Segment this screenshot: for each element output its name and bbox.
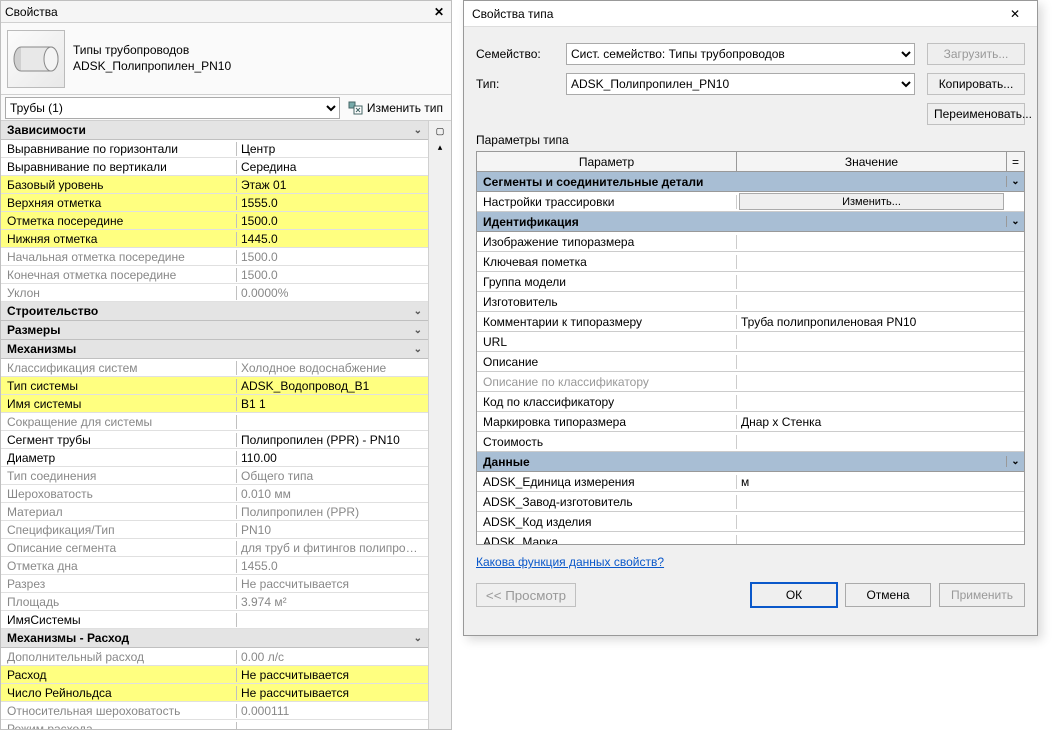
family-select[interactable]: Сист. семейство: Типы трубопроводов [566, 43, 915, 65]
prop-sys-type: Тип системы [1, 379, 237, 393]
prop-sys-class: Классификация систем [1, 361, 237, 375]
properties-panel: Свойства ✕ Типы трубопроводов ADSK_Полип… [0, 0, 452, 730]
ok-button[interactable]: ОК [751, 583, 837, 607]
param-adsk-plant: ADSK_Завод-изготовитель [477, 495, 737, 509]
param-description: Описание [477, 355, 737, 369]
collapse-icon[interactable]: ⌄ [414, 325, 422, 336]
cancel-button[interactable]: Отмена [845, 583, 931, 607]
group-dimensions[interactable]: Размеры ⌄ [1, 321, 428, 340]
collapse-icon[interactable]: ⌄ [1006, 216, 1024, 227]
prop-connection: Тип соединения [1, 469, 237, 483]
properties-table[interactable]: Зависимости ⌄ Выравнивание по горизонтал… [1, 121, 429, 729]
prop-area: Площадь [1, 595, 237, 609]
family-label: Семейство: [476, 47, 566, 61]
prop-valign: Выравнивание по вертикали [1, 160, 237, 174]
prop-top-elev: Верхняя отметка [1, 196, 237, 210]
properties-header: Свойства ✕ [1, 1, 451, 23]
param-keynote: Ключевая пометка [477, 255, 737, 269]
prop-halign: Выравнивание по горизонтали [1, 142, 237, 156]
prop-pipe-segment: Сегмент трубы [1, 433, 237, 447]
prop-diameter: Диаметр [1, 451, 237, 465]
properties-title: Свойства [5, 5, 431, 19]
apply-button: Применить [939, 583, 1025, 607]
collapse-icon[interactable]: ⌄ [414, 633, 422, 644]
param-url: URL [477, 335, 737, 349]
scroll-up-icon[interactable]: ▢ [432, 123, 448, 139]
prop-mid-elev: Отметка посередине [1, 214, 237, 228]
param-type-image: Изображение типоразмера [477, 235, 737, 249]
param-adsk-code: ADSK_Код изделия [477, 515, 737, 529]
group-dependencies[interactable]: Зависимости ⌄ [1, 121, 428, 140]
prop-invert-elev: Отметка дна [1, 559, 237, 573]
col-parameter: Параметр [477, 152, 737, 171]
prop-additional-flow: Дополнительный расход [1, 650, 237, 664]
prop-section: Разрез [1, 577, 237, 591]
prop-flow: Расход [1, 668, 237, 682]
group-mechanical[interactable]: Механизмы ⌄ [1, 340, 428, 359]
collapse-icon[interactable]: ⌄ [414, 344, 422, 355]
prop-sys-abbr: Сокращение для системы [1, 415, 237, 429]
edit-type-button[interactable]: Изменить тип [344, 97, 447, 119]
prop-flow-mode: Режим расхода [1, 722, 237, 730]
type-parameters-table: Параметр Значение = Сегменты и соедините… [476, 151, 1025, 545]
close-icon[interactable]: ✕ [1001, 4, 1029, 24]
group-mechanical-flow[interactable]: Механизмы - Расход ⌄ [1, 629, 428, 648]
properties-scrollbar[interactable]: ▢ ▴ [429, 121, 451, 729]
prop-roughness: Шероховатость [1, 487, 237, 501]
collapse-icon[interactable]: ⌄ [1006, 456, 1024, 467]
param-class-code: Код по классификатору [477, 395, 737, 409]
param-manufacturer: Изготовитель [477, 295, 737, 309]
load-button: Загрузить... [927, 43, 1025, 65]
prop-slope: Уклон [1, 286, 237, 300]
type-family-line2: ADSK_Полипропилен_PN10 [73, 59, 231, 75]
param-adsk-unit: ADSK_Единица измерения [477, 475, 737, 489]
preview-button: << Просмотр [476, 583, 576, 607]
group-data[interactable]: Данные ⌄ [477, 452, 1024, 472]
type-label: Тип: [476, 77, 566, 91]
param-routing: Настройки трассировки [477, 195, 737, 209]
param-adsk-mark: ADSK_Марка [477, 535, 737, 545]
col-equals: = [1006, 152, 1024, 171]
prop-system-name-param: ИмяСистемы [1, 613, 237, 627]
close-icon[interactable]: ✕ [431, 4, 447, 20]
prop-spec-type: Спецификация/Тип [1, 523, 237, 537]
param-type-mark: Маркировка типоразмера [477, 415, 737, 429]
prop-sys-name: Имя системы [1, 397, 237, 411]
col-value: Значение [737, 152, 1006, 171]
prop-start-mid: Начальная отметка посередине [1, 250, 237, 264]
type-select[interactable]: ADSK_Полипропилен_PN10 [566, 73, 915, 95]
help-link[interactable]: Какова функция данных свойств? [476, 555, 664, 569]
dialog-titlebar[interactable]: Свойства типа ✕ [464, 1, 1037, 27]
prop-relative-roughness: Относительная шероховатость [1, 704, 237, 718]
group-construction[interactable]: Строительство ⌄ [1, 302, 428, 321]
element-filter-select[interactable]: Трубы (1) [5, 97, 340, 119]
prop-end-mid: Конечная отметка посередине [1, 268, 237, 282]
param-type-comments: Комментарии к типоразмеру [477, 315, 737, 329]
collapse-icon[interactable]: ⌄ [1006, 176, 1024, 187]
type-parameters-heading: Параметры типа [476, 133, 1025, 147]
prop-reynolds: Число Рейнольдса [1, 686, 237, 700]
type-thumbnail [7, 30, 65, 88]
type-preview-row[interactable]: Типы трубопроводов ADSK_Полипропилен_PN1… [1, 23, 451, 95]
collapse-icon[interactable]: ⌄ [414, 306, 422, 317]
copy-button[interactable]: Копировать... [927, 73, 1025, 95]
routing-edit-button[interactable]: Изменить... [739, 193, 1004, 210]
param-class-desc: Описание по классификатору [477, 375, 737, 389]
prop-bot-elev: Нижняя отметка [1, 232, 237, 246]
type-properties-dialog: Свойства типа ✕ Семейство: Сист. семейст… [463, 0, 1038, 636]
param-cost: Стоимость [477, 435, 737, 449]
param-model-group: Группа модели [477, 275, 737, 289]
group-identification[interactable]: Идентификация ⌄ [477, 212, 1024, 232]
dialog-title: Свойства типа [472, 7, 1001, 21]
prop-segment-desc: Описание сегмента [1, 541, 237, 555]
prop-material: Материал [1, 505, 237, 519]
collapse-icon[interactable]: ⌄ [414, 125, 422, 136]
rename-button[interactable]: Переименовать... [927, 103, 1025, 125]
scroll-arrow-icon[interactable]: ▴ [432, 139, 448, 155]
prop-base-level: Базовый уровень [1, 178, 237, 192]
type-family-line1: Типы трубопроводов [73, 43, 231, 59]
group-segments[interactable]: Сегменты и соединительные детали ⌄ [477, 172, 1024, 192]
